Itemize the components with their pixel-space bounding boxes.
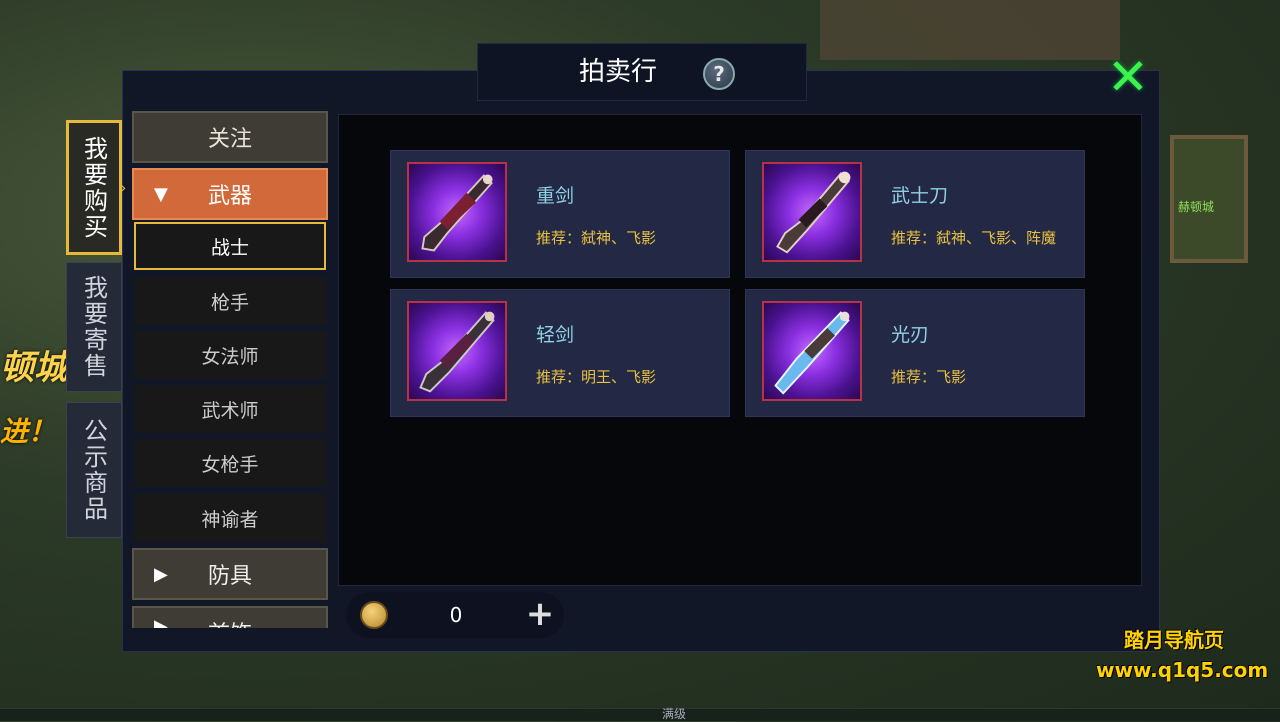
collapsed-triangle-icon: ▶ xyxy=(154,616,168,628)
background-building xyxy=(820,0,1120,60)
item-name: 光刃 xyxy=(891,324,930,346)
category-weapon-label: 武器 xyxy=(207,184,252,209)
item-card[interactable]: 重剑 推荐：弑神、飞影 xyxy=(390,150,730,278)
subcategory-female-mage[interactable]: 女法师 xyxy=(134,331,326,379)
subcategory-warrior[interactable]: 战士 xyxy=(134,222,326,270)
greatsword-icon xyxy=(407,162,507,262)
item-recommend: 推荐：飞影 xyxy=(891,368,967,386)
category-accessory-label: 首饰 xyxy=(208,616,252,628)
tab-consign[interactable]: 我要寄售 xyxy=(66,262,122,392)
watermark-url: www.q1q5.com xyxy=(1096,658,1269,682)
background-banner-text: 顿城 xyxy=(0,348,68,388)
collapsed-triangle-icon: ▶ xyxy=(154,563,168,585)
item-name: 轻剑 xyxy=(536,324,575,346)
currency-bar: 0 + xyxy=(346,592,564,638)
item-recommend: 推荐：弑神、飞影 xyxy=(536,229,657,247)
item-recommend: 推荐：弑神、飞影、阵魔 xyxy=(891,229,1057,247)
lightsword-icon xyxy=(407,301,507,401)
tab-buy[interactable]: 我要购买 xyxy=(66,120,122,255)
tab-public-items[interactable]: 公示商品 xyxy=(66,402,122,538)
category-armor-label: 防具 xyxy=(207,564,252,589)
experience-bar xyxy=(0,708,1280,721)
item-card[interactable]: 武士刀 推荐：弑神、飞影、阵魔 xyxy=(745,150,1085,278)
item-recommend: 推荐：明王、飞影 xyxy=(536,368,657,386)
level-text: 满级 xyxy=(662,707,687,721)
category-accessory[interactable]: ▶ 首饰 xyxy=(132,606,328,628)
category-follow[interactable]: 关注 xyxy=(132,111,328,163)
subcategory-oracle[interactable]: 神谕者 xyxy=(134,494,326,542)
category-armor[interactable]: ▶ 防具 xyxy=(132,548,328,600)
title-bar: 拍卖行 ? xyxy=(477,43,807,101)
category-follow-label: 关注 xyxy=(207,127,252,152)
item-card[interactable]: 轻剑 推荐：明王、飞影 xyxy=(390,289,730,417)
coin-icon xyxy=(360,601,388,629)
item-name: 重剑 xyxy=(536,185,575,207)
expanded-triangle-icon: ▼ xyxy=(154,183,168,205)
currency-amount: 0 xyxy=(449,603,463,627)
item-card[interactable]: 光刃 推荐：飞影 xyxy=(745,289,1085,417)
item-name: 武士刀 xyxy=(891,185,949,207)
close-icon[interactable]: ✕ xyxy=(1104,52,1152,102)
background-sign-text: 赫顿城 xyxy=(1178,200,1215,214)
active-tab-arrow-icon: › xyxy=(120,178,127,197)
watermark-title: 踏月导航页 xyxy=(1124,628,1224,652)
category-weapon[interactable]: ▼ 武器 xyxy=(132,168,328,220)
subcategory-martial-artist[interactable]: 武术师 xyxy=(134,385,326,433)
katana-icon xyxy=(762,162,862,262)
lightblade-icon xyxy=(762,301,862,401)
help-icon[interactable]: ? xyxy=(703,58,735,90)
subcategory-gunner[interactable]: 枪手 xyxy=(134,277,326,325)
subcategory-female-gunner[interactable]: 女枪手 xyxy=(134,439,326,487)
background-banner-text-2: 进！ xyxy=(0,415,57,448)
add-currency-button[interactable]: + xyxy=(524,592,556,638)
